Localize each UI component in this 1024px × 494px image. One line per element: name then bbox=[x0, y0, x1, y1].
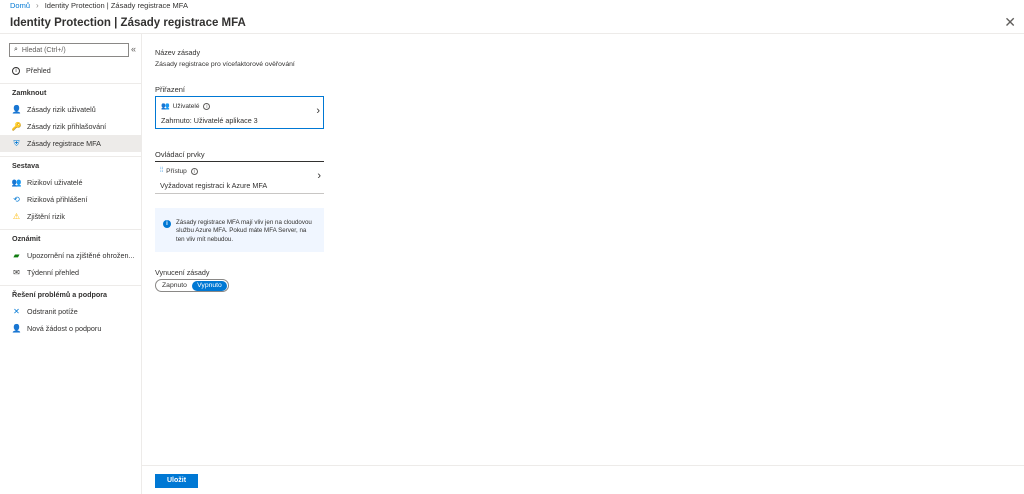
sidebar-item-troubleshoot[interactable]: ✕ Odstranit potíže bbox=[0, 303, 141, 320]
users-label: Uživatelé bbox=[172, 102, 200, 110]
sidebar-item-label: Zásady registrace MFA bbox=[27, 139, 101, 148]
close-icon[interactable]: ✕ bbox=[1004, 15, 1016, 29]
sidebar-item-mfa-registration-policy[interactable]: ⛨ Zásady registrace MFA bbox=[0, 135, 141, 152]
sidebar-item-label: Rizikoví uživatelé bbox=[27, 178, 83, 187]
policy-name-label: Název zásady bbox=[155, 48, 201, 57]
wrench-icon: ✕ bbox=[13, 307, 20, 316]
mail-icon: ✉ bbox=[13, 268, 20, 277]
access-control-card[interactable]: ⦙⦙ Přístup i Vyžadovat registraci k Azur… bbox=[155, 161, 324, 194]
sidebar: ⌕ Hledat (Ctrl+/) « i Přehled Zamknout 👤… bbox=[0, 34, 142, 494]
sidebar-section-notify: Oznámit bbox=[0, 229, 141, 247]
users-icon: 👥 bbox=[161, 103, 170, 110]
breadcrumb-current: Identity Protection | Zásady registrace … bbox=[44, 1, 188, 10]
risky-signins-icon: ⟲ bbox=[13, 195, 20, 204]
search-input[interactable]: ⌕ Hledat (Ctrl+/) bbox=[9, 43, 129, 57]
blade-header: Identity Protection | Zásady registrace … bbox=[0, 12, 1024, 34]
risky-users-icon: 👥 bbox=[11, 178, 22, 187]
shield-icon: ⛨ bbox=[13, 138, 20, 148]
sidebar-item-label: Nová žádost o podporu bbox=[27, 324, 102, 333]
sidebar-item-label: Zásady rizik uživatelů bbox=[27, 105, 96, 114]
sidebar-item-user-risk-policy[interactable]: 👤 Zásady rizik uživatelů bbox=[0, 101, 141, 118]
key-icon: 🔑 bbox=[11, 122, 22, 131]
save-button[interactable]: Uložit bbox=[155, 474, 198, 488]
toggle-off-option[interactable]: Vypnuto bbox=[192, 280, 227, 291]
users-assignment-card[interactable]: 👥 Uživatelé i Zahrnuto: Uživatelé aplika… bbox=[155, 96, 324, 129]
breadcrumb: Domů › Identity Protection | Zásady regi… bbox=[0, 0, 1024, 12]
info-icon[interactable]: i bbox=[203, 102, 211, 110]
chevron-right-icon: › bbox=[36, 1, 39, 10]
info-icon[interactable]: i bbox=[190, 167, 198, 175]
sidebar-item-risky-users[interactable]: 👥 Rizikoví uživatelé bbox=[0, 174, 141, 191]
sidebar-item-overview[interactable]: i Přehled bbox=[0, 62, 141, 79]
sidebar-item-weekly-digest[interactable]: ✉ Týdenní přehled bbox=[0, 264, 141, 281]
info-circle-icon: i bbox=[12, 66, 20, 75]
access-value: Vyžadovat registraci k Azure MFA bbox=[160, 181, 268, 190]
sidebar-item-risky-signins[interactable]: ⟲ Riziková přihlášení bbox=[0, 191, 141, 208]
search-icon: ⌕ bbox=[14, 46, 18, 53]
warning-icon: ⚠ bbox=[12, 212, 21, 221]
sidebar-section-protect: Zamknout bbox=[0, 83, 141, 101]
enforce-policy-toggle[interactable]: Zapnuto Vypnuto bbox=[155, 279, 229, 292]
users-value: Zahrnuto: Uživatelé aplikace 3 bbox=[161, 116, 258, 125]
access-icon: ⦙⦙ bbox=[160, 167, 164, 174]
sidebar-item-label: Přehled bbox=[26, 66, 51, 75]
search-placeholder: Hledat (Ctrl+/) bbox=[21, 46, 66, 54]
chevron-right-icon: › bbox=[317, 170, 321, 182]
info-banner-text: Zásady registrace MFA mají vliv jen na c… bbox=[176, 219, 312, 243]
sidebar-item-label: Zjištění rizik bbox=[27, 212, 65, 221]
controls-title: Ovládací prvky bbox=[155, 150, 205, 159]
sidebar-item-label: Odstranit potíže bbox=[27, 307, 78, 316]
enforce-policy-label: Vynucení zásady bbox=[155, 268, 210, 277]
breadcrumb-home-link[interactable]: Domů bbox=[10, 0, 30, 12]
sidebar-item-risk-alerts[interactable]: ▰ Upozornění na zjištěné ohrožen... bbox=[0, 247, 141, 264]
toggle-on-option[interactable]: Zapnuto bbox=[157, 281, 192, 291]
page-title: Identity Protection | Zásady registrace … bbox=[10, 16, 246, 29]
alert-icon: ▰ bbox=[13, 251, 20, 260]
chevron-right-icon: › bbox=[316, 105, 320, 117]
sidebar-item-label: Týdenní přehled bbox=[27, 268, 79, 277]
sidebar-item-signin-risk-policy[interactable]: 🔑 Zásady rizik přihlašování bbox=[0, 118, 141, 135]
footer: Uložit bbox=[142, 465, 1024, 494]
sidebar-section-support: Řešení problémů a podpora bbox=[0, 285, 141, 303]
assignments-title: Přiřazení bbox=[155, 85, 186, 94]
sidebar-item-label: Zásady rizik přihlašování bbox=[27, 122, 107, 131]
access-label: Přístup bbox=[166, 167, 187, 175]
info-banner: i Zásady registrace MFA mají vliv jen na… bbox=[155, 208, 324, 252]
sidebar-item-label: Riziková přihlášení bbox=[27, 195, 88, 204]
sidebar-item-new-support-request[interactable]: 👤 Nová žádost o podporu bbox=[0, 320, 141, 337]
sidebar-item-label: Upozornění na zjištěné ohrožen... bbox=[27, 251, 135, 260]
sidebar-item-risk-detections[interactable]: ⚠ Zjištění rizik bbox=[0, 208, 141, 225]
support-user-icon: 👤 bbox=[11, 324, 22, 333]
collapse-sidebar-icon[interactable]: « bbox=[131, 44, 136, 54]
info-icon: i bbox=[163, 220, 171, 228]
user-icon: 👤 bbox=[11, 105, 22, 114]
sidebar-section-report: Sestava bbox=[0, 156, 141, 174]
policy-name-value: Zásady registrace pro vícefaktorové ověř… bbox=[155, 61, 295, 68]
